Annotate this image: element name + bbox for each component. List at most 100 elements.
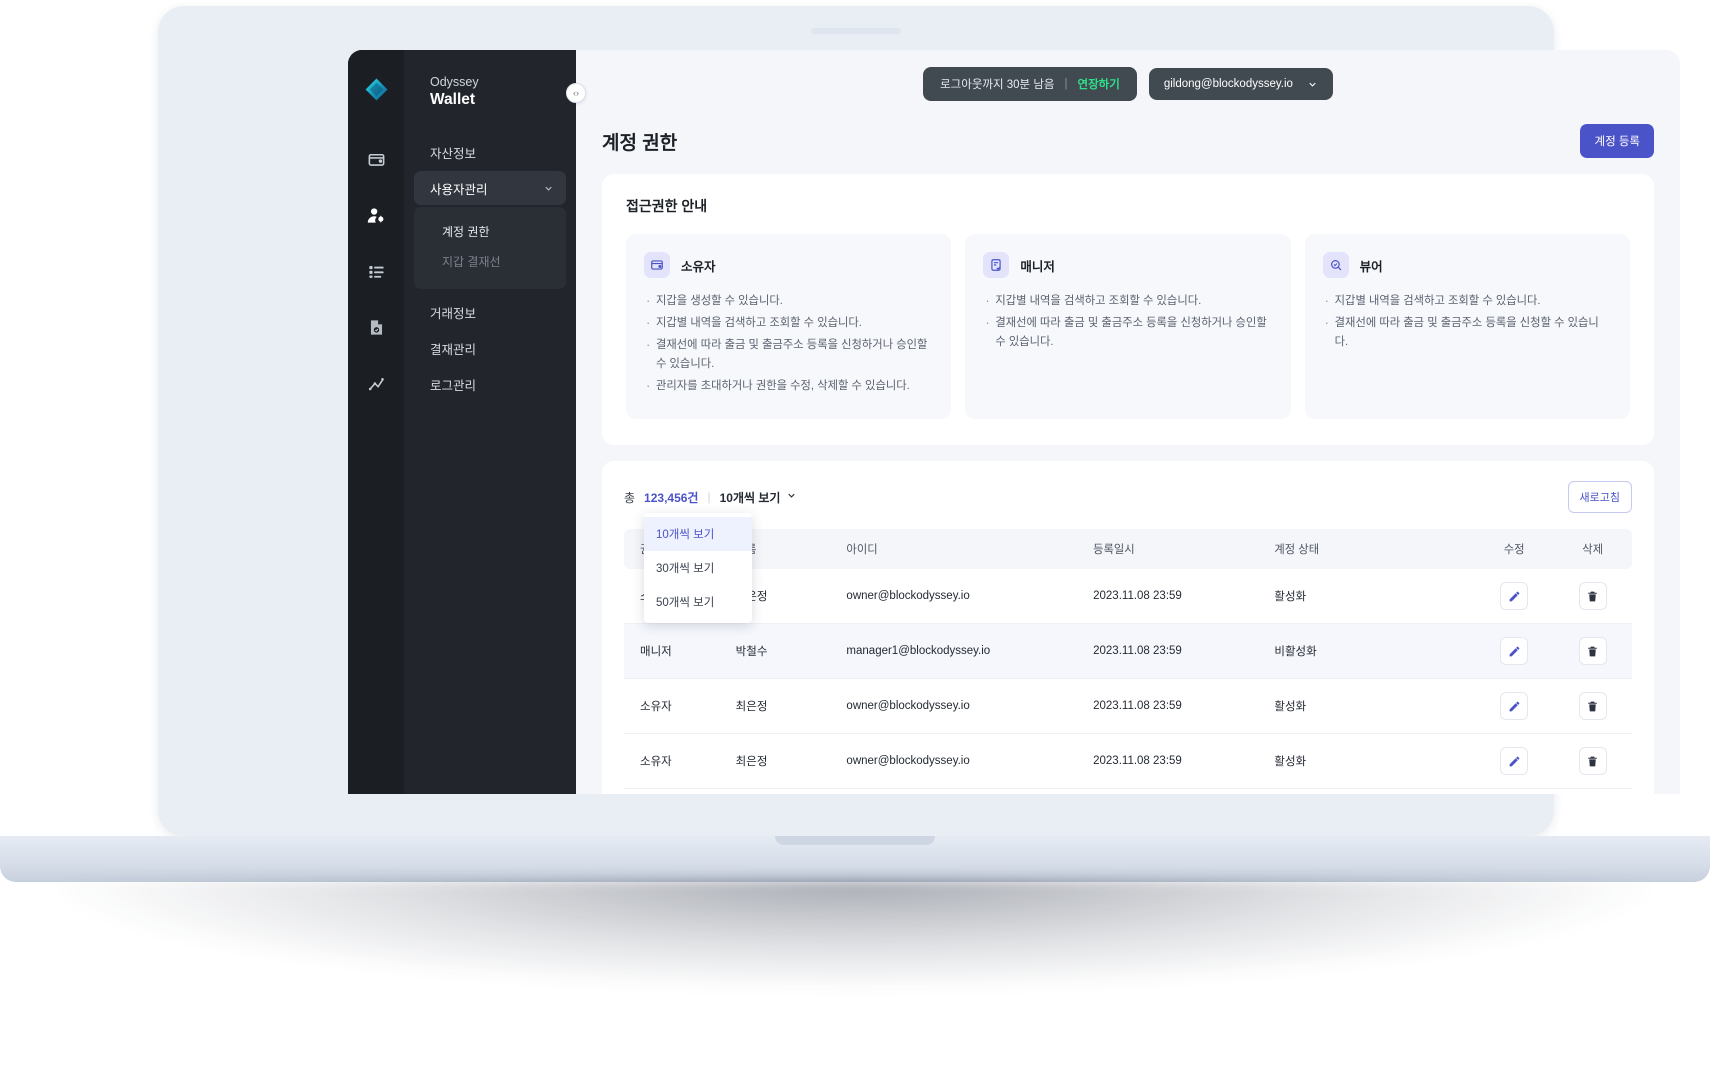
permission-item: 지갑을 생성할 수 있습니다. [644, 292, 933, 311]
cell-id: owner@blockodyssey.io [830, 569, 1077, 624]
per-page-dropdown-trigger[interactable]: 10개씩 보기 [720, 489, 798, 506]
cell-date: 2023.11.08 23:59 [1077, 679, 1258, 734]
user-account-dropdown[interactable]: gildong@blockodyssey.io [1149, 68, 1333, 100]
sidebar-item-assets[interactable]: 자산정보 [414, 135, 566, 169]
chevron-down-icon [543, 183, 554, 194]
register-account-button[interactable]: 계정 등록 [1580, 124, 1654, 158]
per-page-selected-label: 10개씩 보기 [720, 489, 781, 506]
table-row[interactable]: 소유자 최은정 owner@blockodyssey.io 2023.11.08… [624, 679, 1632, 734]
access-info-card: 접근권한 안내 소유 [602, 174, 1654, 445]
cell-name: 최은정 [720, 789, 831, 795]
cell-id: owner@blockodyssey.io [830, 789, 1077, 795]
wallet-add-icon [644, 252, 670, 278]
sidebar-subitem-account-permission[interactable]: 계정 권한 [414, 217, 566, 247]
table-row[interactable]: 소유자 최은정 owner@blockodyssey.io 2023.11.08… [624, 569, 1632, 624]
laptop-base [0, 836, 1710, 882]
role-card-manager-permissions: 지갑별 내역을 검색하고 조회할 수 있습니다. 결재선에 따라 출금 및 출금… [983, 292, 1272, 352]
edit-pencil-icon-button[interactable] [1500, 582, 1528, 610]
role-card-viewer: 뷰어 지갑별 내역을 검색하고 조회할 수 있습니다. 결재선에 따라 출금 및… [1305, 234, 1630, 419]
user-email-label: gildong@blockodyssey.io [1164, 78, 1293, 90]
delete-trash-icon-button[interactable] [1579, 692, 1607, 720]
browser-viewport: Odyssey Wallet 자산정보 사용자관리 계정 권한 [348, 50, 1680, 794]
sidebar-item-transactions[interactable]: 거래정보 [414, 295, 566, 329]
cell-date: 2023.11.08 23:59 [1077, 789, 1258, 795]
delete-trash-icon-button[interactable] [1579, 582, 1607, 610]
brand-line-1: Odyssey [430, 74, 576, 90]
sidebar-item-transactions-label: 거래정보 [430, 303, 476, 322]
main-area: 로그아웃까지 30분 남음 | 연장하기 gildong@blockodysse… [576, 50, 1680, 794]
table-row[interactable]: 소유자 최은정 owner@blockodyssey.io 2023.11.08… [624, 789, 1632, 795]
rail-icon-wallet[interactable] [359, 142, 393, 176]
cell-state: 활성화 [1258, 569, 1475, 624]
cell-name: 최은정 [720, 734, 831, 789]
sidebar-nav-panel: Odyssey Wallet 자산정보 사용자관리 계정 권한 [404, 50, 576, 794]
extend-session-button[interactable]: 연장하기 [1077, 76, 1119, 92]
table-toolbar: 총 123,456건 | 10개씩 보기 새로고침 [624, 481, 1632, 513]
chevron-down-icon [786, 490, 797, 504]
role-card-owner-permissions: 지갑을 생성할 수 있습니다. 지갑별 내역을 검색하고 조회할 수 있습니다.… [644, 292, 933, 396]
per-page-dropdown-menu: 10개씩 보기 30개씩 보기 50개씩 보기 [644, 513, 752, 623]
sidebar-item-logs[interactable]: 로그관리 [414, 367, 566, 401]
column-header-delete: 삭제 [1553, 529, 1632, 569]
cell-state: 비활성화 [1258, 624, 1475, 679]
delete-trash-icon-button[interactable] [1579, 637, 1607, 665]
cell-role: 소유자 [624, 789, 720, 795]
rail-icon-user-settings[interactable] [359, 198, 393, 232]
table-row[interactable]: 소유자 최은정 owner@blockodyssey.io 2023.11.08… [624, 734, 1632, 789]
cell-state: 활성화 [1258, 789, 1475, 795]
cell-delete [1553, 624, 1632, 679]
page-title: 계정 권한 [602, 128, 677, 155]
accounts-table: 권한 이름 아이디 등록일시 계정 상태 수정 삭제 [624, 529, 1632, 794]
cell-name: 박철수 [720, 624, 831, 679]
role-card-viewer-header: 뷰어 [1323, 252, 1612, 278]
sidebar-item-approval[interactable]: 결재관리 [414, 331, 566, 365]
edit-pencil-icon-button[interactable] [1500, 692, 1528, 720]
edit-pencil-icon-button[interactable] [1500, 637, 1528, 665]
cell-date: 2023.11.08 23:59 [1077, 569, 1258, 624]
sidebar-subitem-wallet-approval-line[interactable]: 지갑 결재선 [414, 247, 566, 277]
topbar: 로그아웃까지 30분 남음 | 연장하기 gildong@blockodysse… [576, 50, 1680, 118]
cell-delete [1553, 569, 1632, 624]
rail-icon-approval[interactable] [359, 310, 393, 344]
per-page-option-30[interactable]: 30개씩 보기 [644, 551, 752, 585]
cell-edit [1475, 734, 1554, 789]
sidebar-item-approval-label: 결재관리 [430, 339, 476, 358]
permission-item: 결재선에 따라 출금 및 출금주소 등록을 신청하거나 승인할 수 있습니다. [644, 336, 933, 374]
sidebar: Odyssey Wallet 자산정보 사용자관리 계정 권한 [348, 50, 576, 794]
table-row[interactable]: 매니저 박철수 manager1@blockodyssey.io 2023.11… [624, 624, 1632, 679]
accounts-table-body: 소유자 최은정 owner@blockodyssey.io 2023.11.08… [624, 569, 1632, 794]
total-prefix-label: 총 [624, 489, 635, 506]
role-card-viewer-name: 뷰어 [1360, 256, 1383, 275]
cell-id: owner@blockodyssey.io [830, 679, 1077, 734]
permission-item: 지갑별 내역을 검색하고 조회할 수 있습니다. [1323, 292, 1612, 311]
cell-id: owner@blockodyssey.io [830, 734, 1077, 789]
sidebar-item-user-management[interactable]: 사용자관리 [414, 171, 566, 205]
delete-trash-icon-button[interactable] [1579, 747, 1607, 775]
laptop-shadow [60, 880, 1650, 990]
per-page-option-50[interactable]: 50개씩 보기 [644, 585, 752, 619]
edit-pencil-icon-button[interactable] [1500, 747, 1528, 775]
cell-delete [1553, 734, 1632, 789]
cell-date: 2023.11.08 23:59 [1077, 624, 1258, 679]
sidebar-collapse-button[interactable]: ‹› [566, 83, 586, 103]
accounts-table-card: 총 123,456건 | 10개씩 보기 새로고침 [602, 461, 1654, 794]
role-card-owner-header: 소유자 [644, 252, 933, 278]
refresh-button[interactable]: 새로고침 [1568, 481, 1632, 513]
brand: Odyssey Wallet [404, 64, 576, 109]
toolbar-divider: | [707, 490, 710, 504]
screenshot-stage: Odyssey Wallet 자산정보 사용자관리 계정 권한 [0, 0, 1710, 1089]
cell-delete [1553, 679, 1632, 734]
cell-edit [1475, 624, 1554, 679]
rail-icon-transactions[interactable] [359, 254, 393, 288]
cell-edit [1475, 679, 1554, 734]
cell-edit [1475, 569, 1554, 624]
laptop-camera-notch [811, 28, 901, 34]
cell-delete [1553, 789, 1632, 795]
column-header-date: 등록일시 [1077, 529, 1258, 569]
column-header-edit: 수정 [1475, 529, 1554, 569]
session-timer-text: 로그아웃까지 30분 남음 [940, 76, 1054, 92]
rail-icon-logs[interactable] [359, 366, 393, 400]
sidebar-icon-rail [348, 50, 404, 794]
per-page-option-10[interactable]: 10개씩 보기 [644, 517, 752, 551]
cell-role: 소유자 [624, 679, 720, 734]
